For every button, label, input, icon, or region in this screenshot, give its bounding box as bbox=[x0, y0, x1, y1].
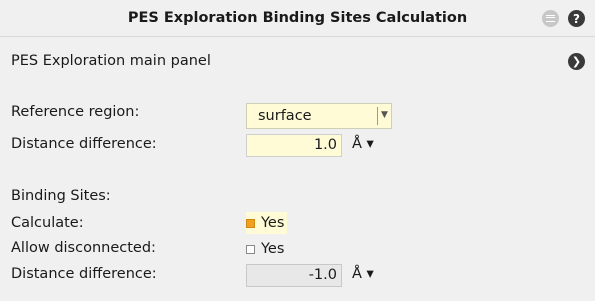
main-panel-label: PES Exploration main panel bbox=[11, 53, 211, 69]
allow-disconnected-option-label: Yes bbox=[261, 241, 285, 257]
distance-unit-select[interactable]: Å ▾ bbox=[352, 136, 374, 152]
checkbox-checked-icon[interactable] bbox=[246, 218, 255, 228]
binding-sites-heading: Binding Sites: bbox=[11, 188, 111, 204]
window-title: PES Exploration Binding Sites Calculatio… bbox=[127, 10, 468, 26]
dropdown-arrow-icon[interactable]: ▼ bbox=[381, 110, 388, 120]
reference-region-select[interactable]: surface ▼ bbox=[246, 103, 392, 129]
distance-difference-label: Distance difference: bbox=[11, 136, 157, 152]
binding-distance-unit-select[interactable]: Å ▾ bbox=[352, 266, 374, 282]
combo-divider bbox=[377, 107, 378, 125]
calculate-label: Calculate: bbox=[11, 215, 84, 231]
menu-icon[interactable] bbox=[542, 10, 559, 27]
main-panel-row[interactable]: PES Exploration main panel ❯ bbox=[0, 46, 595, 76]
help-icon[interactable]: ? bbox=[568, 10, 585, 27]
calculate-option-label: Yes bbox=[261, 215, 285, 231]
binding-distance-difference-input[interactable]: -1.0 bbox=[246, 264, 342, 287]
reference-region-label: Reference region: bbox=[11, 104, 140, 120]
binding-distance-difference-label: Distance difference: bbox=[11, 266, 157, 282]
reference-region-value: surface bbox=[258, 108, 312, 124]
chevron-right-icon[interactable]: ❯ bbox=[568, 53, 585, 70]
title-bar: PES Exploration Binding Sites Calculatio… bbox=[0, 0, 595, 37]
calculate-checkbox[interactable]: Yes bbox=[246, 212, 288, 234]
distance-difference-input[interactable]: 1.0 bbox=[246, 134, 342, 157]
checkbox-unchecked-icon[interactable] bbox=[246, 244, 255, 254]
allow-disconnected-label: Allow disconnected: bbox=[11, 240, 156, 256]
allow-disconnected-checkbox[interactable]: Yes bbox=[246, 238, 284, 260]
